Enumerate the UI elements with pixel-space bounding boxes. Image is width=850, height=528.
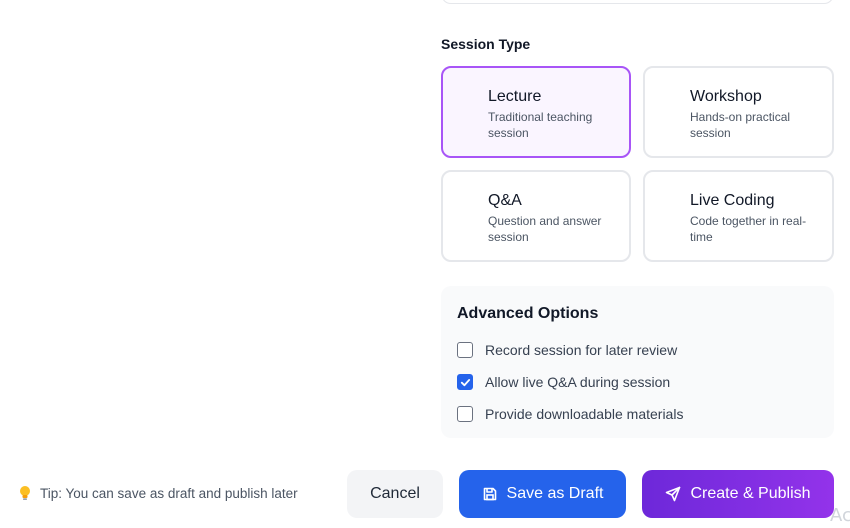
advanced-options-panel: Advanced Options Record session for late… <box>441 286 834 438</box>
watermark-text: Ac <box>830 505 850 526</box>
session-type-lecture[interactable]: Lecture Traditional teaching session <box>441 66 631 158</box>
option-label: Provide downloadable materials <box>485 406 684 422</box>
session-type-label: Session Type <box>441 36 531 52</box>
option-label: Record session for later review <box>485 342 678 358</box>
option-label: Allow live Q&A during session <box>485 374 671 390</box>
session-type-title: Live Coding <box>690 192 775 209</box>
option-allow-live-qa[interactable]: Allow live Q&A during session <box>457 366 818 398</box>
tip-message: Tip: You can save as draft and publish l… <box>18 485 298 501</box>
session-type-title: Workshop <box>690 88 762 105</box>
send-icon <box>666 486 681 502</box>
lightbulb-icon <box>20 486 30 500</box>
session-type-title: Q&A <box>488 192 522 209</box>
session-type-title: Lecture <box>488 88 542 105</box>
checkmark-icon <box>460 378 470 386</box>
previous-input-field[interactable] <box>441 0 834 4</box>
session-type-description: Question and answer session <box>488 214 602 244</box>
advanced-options-list: Record session for later review Allow li… <box>457 334 818 430</box>
create-and-publish-label: Create & Publish <box>690 485 811 502</box>
advanced-options-title: Advanced Options <box>457 305 599 322</box>
cancel-label: Cancel <box>370 485 420 502</box>
downloadable-materials-checkbox[interactable] <box>457 406 473 422</box>
session-type-qa[interactable]: Q&A Question and answer session <box>441 170 631 262</box>
create-and-publish-button[interactable]: Create & Publish <box>642 470 834 518</box>
save-as-draft-button[interactable]: Save as Draft <box>459 470 626 518</box>
option-record-session[interactable]: Record session for later review <box>457 334 818 366</box>
session-type-description: Code together in real-time <box>690 214 807 244</box>
session-type-workshop[interactable]: Workshop Hands-on practical session <box>643 66 834 158</box>
cancel-button[interactable]: Cancel <box>347 470 443 518</box>
session-type-live-coding[interactable]: Live Coding Code together in real-time <box>643 170 834 262</box>
record-session-checkbox[interactable] <box>457 342 473 358</box>
allow-live-qa-checkbox[interactable] <box>457 374 473 390</box>
session-type-description: Hands-on practical session <box>690 110 791 140</box>
option-downloadable-materials[interactable]: Provide downloadable materials <box>457 398 818 430</box>
tip-text: Tip: You can save as draft and publish l… <box>40 485 298 501</box>
session-type-grid: Lecture Traditional teaching session Wor… <box>441 66 834 262</box>
save-as-draft-label: Save as Draft <box>506 485 604 502</box>
session-type-description: Traditional teaching session <box>488 110 593 140</box>
save-icon <box>483 487 496 501</box>
